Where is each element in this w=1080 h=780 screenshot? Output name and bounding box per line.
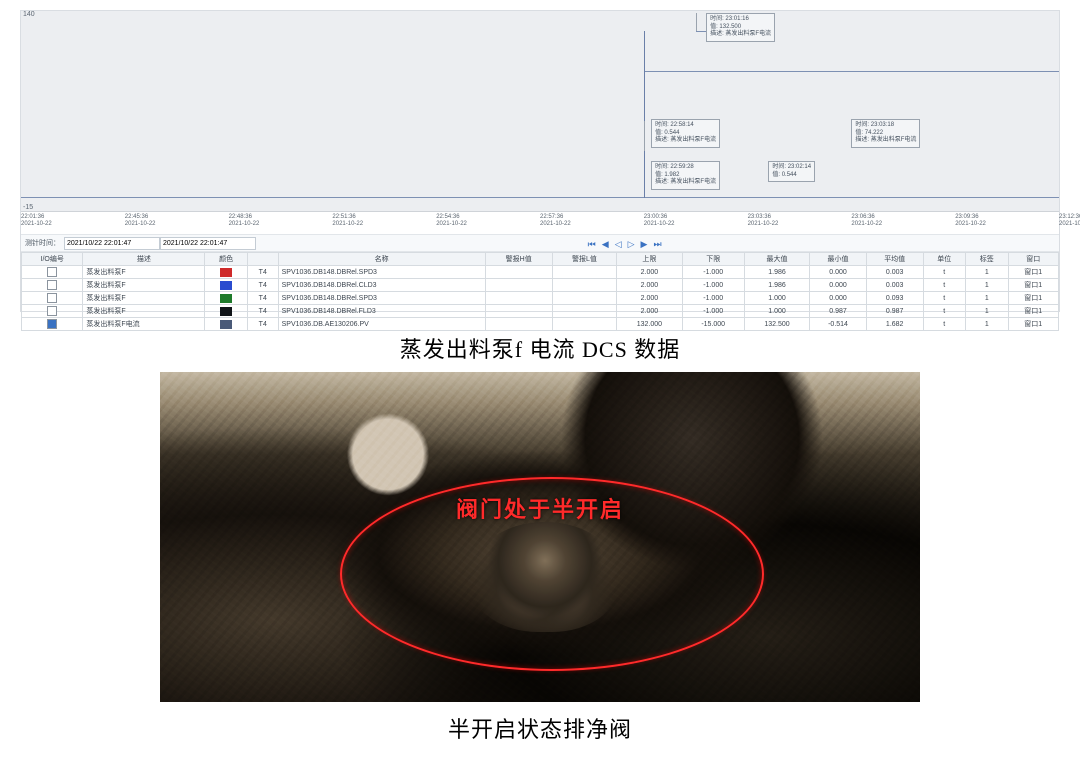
x-axis: 22:01:362021-10-22 22:45:362021-10-22 22:4… bbox=[21, 212, 1059, 234]
callout-value: 0.544 bbox=[782, 172, 797, 178]
callout-value: 132.500 bbox=[719, 24, 741, 30]
y-min-label: -15 bbox=[23, 204, 33, 211]
caption-1: 蒸发出料泵f 电流 DCS 数据 bbox=[0, 332, 1080, 364]
annotation-text: 阀门处于半开启 bbox=[456, 492, 624, 524]
col-header: 平均值 bbox=[866, 253, 923, 266]
col-header: 窗口 bbox=[1008, 253, 1058, 266]
col-header: 最大值 bbox=[744, 253, 809, 266]
callout-time: 23:02:14 bbox=[788, 164, 811, 170]
table-header-row: I/O编号描述颜色 名称警报H值警报L值上限下限最大值最小值平均值单位标签窗口 bbox=[22, 253, 1059, 266]
x-tick: 22:54:362021-10-22 bbox=[436, 214, 467, 228]
callout-desc: 蒸发出料泵F电流 bbox=[670, 137, 716, 143]
col-header: 警报H值 bbox=[485, 253, 552, 266]
color-swatch bbox=[220, 307, 232, 316]
callout-2: 时间: 22:58:14 值: 0.544 描述: 蒸发出料泵F电流 bbox=[651, 119, 720, 148]
table-row: 蒸发出料泵FT4SPV1036.DB148.DBRel.SPD32.000-1.… bbox=[22, 266, 1059, 279]
trace-high bbox=[644, 71, 1059, 73]
nav-icon[interactable]: ▷ bbox=[628, 239, 635, 249]
trace-step bbox=[644, 31, 645, 198]
callout-desc: 蒸发出料泵F电流 bbox=[871, 137, 917, 143]
callout-time: 22:59:28 bbox=[670, 164, 693, 170]
x-tick: 23:06:362021-10-22 bbox=[851, 214, 882, 228]
nav-icon[interactable]: ⏮ bbox=[588, 239, 596, 249]
callout-4: 时间: 23:02:14 值: 0.544 bbox=[768, 161, 815, 182]
col-header: 最小值 bbox=[810, 253, 867, 266]
time-to-input[interactable] bbox=[160, 237, 256, 250]
callout-value: 1.982 bbox=[664, 172, 679, 178]
dcs-screenshot: 140 -15 时间: 23:01:16 值: 132.500 描述: 蒸发出料… bbox=[20, 10, 1060, 312]
row-checkbox[interactable] bbox=[47, 267, 57, 277]
x-tick: 22:45:362021-10-22 bbox=[125, 214, 156, 228]
x-tick: 23:03:362021-10-22 bbox=[748, 214, 779, 228]
col-header: 下限 bbox=[682, 253, 744, 266]
row-checkbox[interactable] bbox=[47, 306, 57, 316]
nav-icon[interactable]: ▶ bbox=[641, 239, 648, 249]
col-header: 单位 bbox=[923, 253, 966, 266]
time-from-input[interactable] bbox=[64, 237, 160, 250]
callout-lead bbox=[644, 121, 645, 151]
valve-photo: 阀门处于半开启 bbox=[160, 372, 920, 702]
nav-icon[interactable]: ⏭ bbox=[653, 239, 661, 249]
x-tick: 22:01:362021-10-22 bbox=[21, 214, 52, 228]
trace-baseline bbox=[21, 197, 1059, 199]
callout-time: 22:58:14 bbox=[670, 122, 693, 128]
color-swatch bbox=[220, 294, 232, 303]
col-header: 标签 bbox=[966, 253, 1009, 266]
col-header: I/O编号 bbox=[22, 253, 83, 266]
callout-value: 74.222 bbox=[865, 130, 883, 136]
x-tick: 22:48:362021-10-22 bbox=[229, 214, 260, 228]
caption-2: 半开启状态排净阀 bbox=[0, 712, 1080, 744]
callout-lead bbox=[696, 13, 697, 31]
table-row: 蒸发出料泵FT4SPV1036.DB148.DBRel.SPD32.000-1.… bbox=[22, 292, 1059, 305]
x-tick: 23:09:362021-10-22 bbox=[955, 214, 986, 228]
callout-desc: 蒸发出料泵F电流 bbox=[670, 179, 716, 185]
nav-icon[interactable]: ◀ bbox=[602, 239, 609, 249]
callout-time: 23:01:16 bbox=[725, 16, 748, 22]
table-row: 蒸发出料泵FT4SPV1036.DB148.DBRel.CLD32.000-1.… bbox=[22, 279, 1059, 292]
callout-1: 时间: 23:01:16 值: 132.500 描述: 蒸发出料泵F电流 bbox=[706, 13, 775, 42]
color-swatch bbox=[220, 320, 232, 329]
time-bar: 测针时间： ⏮ ◀ ◁ ▷ ▶ ⏭ bbox=[21, 234, 1059, 252]
callout-3: 时间: 22:59:28 值: 1.982 描述: 蒸发出料泵F电流 bbox=[651, 161, 720, 190]
callout-desc: 蒸发出料泵F电流 bbox=[725, 31, 771, 37]
document-page: 140 -15 时间: 23:01:16 值: 132.500 描述: 蒸发出料… bbox=[0, 10, 1080, 780]
col-header: 警报L值 bbox=[552, 253, 617, 266]
y-max-label: 140 bbox=[23, 11, 35, 18]
table-row: 蒸发出料泵FT4SPV1036.DB148.DBRel.FLD32.000-1.… bbox=[22, 305, 1059, 318]
signal-table: I/O编号描述颜色 名称警报H值警报L值上限下限最大值最小值平均值单位标签窗口 蒸… bbox=[21, 252, 1059, 331]
col-header: 描述 bbox=[83, 253, 205, 266]
callout-value: 0.544 bbox=[664, 130, 679, 136]
col-header: 上限 bbox=[617, 253, 682, 266]
nav-icons: ⏮ ◀ ◁ ▷ ▶ ⏭ bbox=[585, 234, 665, 252]
x-tick: 22:51:362021-10-22 bbox=[332, 214, 363, 228]
x-tick: 23:00:362021-10-22 bbox=[644, 214, 675, 228]
row-checkbox[interactable] bbox=[47, 319, 57, 329]
x-tick: 22:57:362021-10-22 bbox=[540, 214, 571, 228]
trend-chart: 140 -15 时间: 23:01:16 值: 132.500 描述: 蒸发出料… bbox=[21, 11, 1059, 212]
col-header bbox=[247, 253, 278, 266]
table-row: 蒸发出料泵F电流T4SPV1036.DB.AE130206.PV132.000-… bbox=[22, 318, 1059, 331]
row-checkbox[interactable] bbox=[47, 280, 57, 290]
color-swatch bbox=[220, 268, 232, 277]
col-header: 名称 bbox=[278, 253, 485, 266]
color-swatch bbox=[220, 281, 232, 290]
x-tick: 23:12:362021-10-22 bbox=[1059, 214, 1080, 228]
nav-icon[interactable]: ◁ bbox=[615, 239, 622, 249]
timebar-label: 测针时间： bbox=[21, 238, 64, 248]
row-checkbox[interactable] bbox=[47, 293, 57, 303]
col-header: 颜色 bbox=[205, 253, 248, 266]
callout-5: 时间: 23:03:18 值: 74.222 描述: 蒸发出料泵F电流 bbox=[851, 119, 920, 148]
callout-time: 23:03:18 bbox=[871, 122, 894, 128]
